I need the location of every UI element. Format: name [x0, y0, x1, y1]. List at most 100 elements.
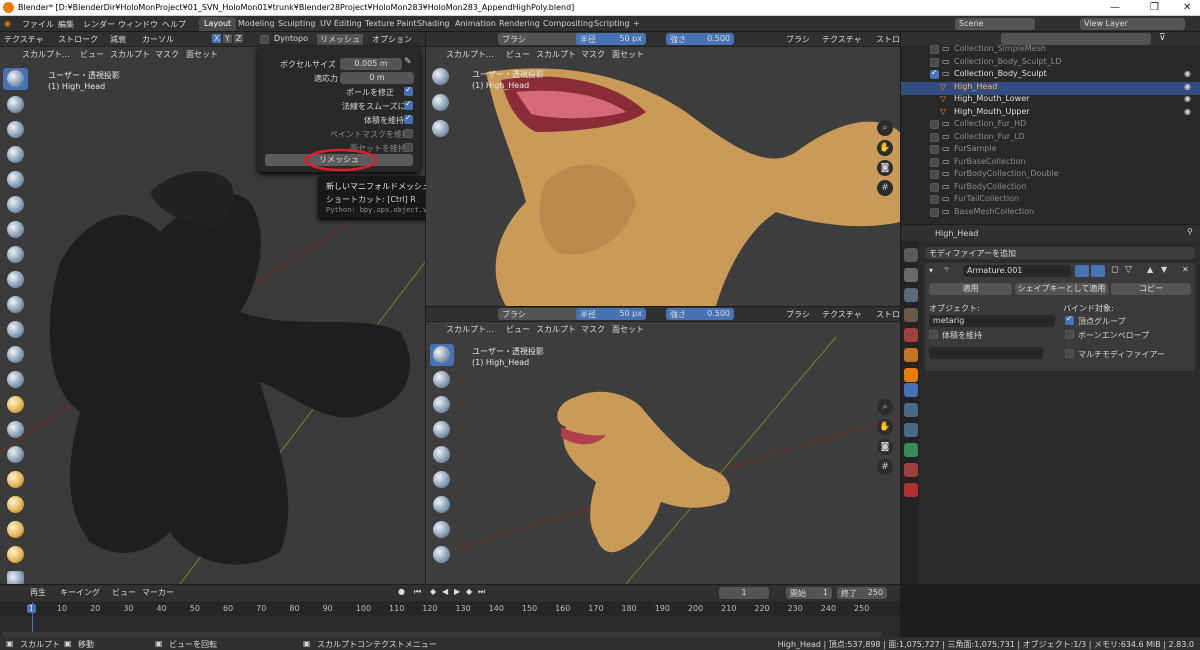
visibility-eye-icon[interactable]: ◉: [1184, 94, 1191, 103]
tr-texture-menu[interactable]: テクスチャ: [822, 34, 862, 45]
visibility-eye-icon[interactable]: ◉: [1184, 69, 1191, 78]
add-modifier-button[interactable]: モディファイアーを追加: [925, 247, 1195, 259]
render-tab-icon[interactable]: [904, 268, 918, 282]
rotate-brush-icon[interactable]: [7, 546, 24, 563]
br-layer-icon[interactable]: [433, 471, 450, 488]
output-tab-icon[interactable]: [904, 288, 918, 302]
draw-sharp-brush-icon[interactable]: [7, 96, 24, 113]
flatten-brush-icon[interactable]: [7, 321, 24, 338]
tr-pan-icon[interactable]: ✋: [877, 140, 893, 156]
move-down-icon[interactable]: ▼: [1161, 265, 1167, 274]
menu-marker[interactable]: マーカー: [142, 587, 174, 598]
br-radius-field[interactable]: 半径 50 px: [576, 308, 646, 320]
br-brush-selector[interactable]: ブラシ: [498, 308, 582, 320]
axis-z-toggle[interactable]: Z: [234, 34, 244, 43]
outliner-checkbox[interactable]: [930, 195, 939, 204]
dyntopo-menu[interactable]: Dyntopo: [274, 34, 308, 43]
smooth-normals-checkbox[interactable]: [404, 99, 413, 110]
visibility-eye-icon[interactable]: ◉: [1184, 107, 1191, 116]
menu-window[interactable]: ウィンドウ: [118, 19, 158, 30]
voxel-size-field[interactable]: 0.005 m: [340, 58, 402, 70]
play-icon[interactable]: ▶: [454, 587, 460, 596]
tr-menu-face-sets[interactable]: 面セット: [612, 49, 644, 60]
tab-sculpting[interactable]: Sculpting: [273, 17, 320, 31]
paint-mask-checkbox[interactable]: [404, 129, 413, 138]
tab-layout[interactable]: Layout: [199, 17, 237, 31]
br-blob-icon[interactable]: [433, 521, 450, 538]
br-menu-mask[interactable]: マスク: [581, 324, 605, 335]
br-clay-strips-icon[interactable]: [433, 421, 450, 438]
clay-brush-icon[interactable]: [7, 121, 24, 138]
smooth-brush-icon[interactable]: [7, 296, 24, 313]
tab-shading[interactable]: Shading: [412, 17, 455, 31]
minimize-button[interactable]: —: [1110, 2, 1120, 13]
crease-brush-icon[interactable]: [7, 271, 24, 288]
tr-brush-selector[interactable]: ブラシ: [498, 33, 582, 45]
pin-icon[interactable]: ⚲: [1187, 227, 1193, 236]
prev-key-icon[interactable]: ◆: [430, 587, 436, 596]
snake-hook-brush-icon[interactable]: [7, 471, 24, 488]
play-reverse-icon[interactable]: ◀: [442, 587, 448, 596]
menu-render[interactable]: レンダー: [83, 19, 115, 30]
material-tab-icon[interactable]: [904, 463, 918, 477]
mode-selector[interactable]: スカルプト...: [22, 49, 70, 60]
outliner-checkbox[interactable]: [930, 120, 939, 129]
current-frame-field[interactable]: 1: [719, 587, 769, 599]
thumb-brush-icon[interactable]: [7, 496, 24, 513]
menu-help[interactable]: ヘルプ: [162, 19, 186, 30]
close-button[interactable]: ✕: [1183, 2, 1191, 13]
filter-icon[interactable]: ⊽: [1159, 33, 1166, 43]
axis-y-toggle[interactable]: Y: [223, 34, 232, 43]
clay-thumb-brush-icon[interactable]: [7, 171, 24, 188]
remesh-menu[interactable]: リメッシュ: [317, 34, 363, 45]
face-sets-checkbox[interactable]: [404, 143, 413, 152]
tr-brush-menu[interactable]: ブラシ: [786, 34, 810, 45]
scene-selector[interactable]: Scene: [955, 18, 1035, 30]
view-layer-tab-icon[interactable]: [904, 308, 918, 322]
menu-view[interactable]: ビュー: [80, 49, 104, 60]
multi-modifier-checkbox[interactable]: [1065, 349, 1074, 358]
tr-menu-view[interactable]: ビュー: [506, 49, 530, 60]
tr-draw-brush-icon[interactable]: [432, 68, 449, 85]
menu-timeline-view[interactable]: ビュー: [112, 587, 136, 598]
tr-grid-icon[interactable]: #: [877, 180, 893, 196]
tr-strength-field[interactable]: 強さ 0.500: [666, 33, 734, 45]
tr-zoom-icon[interactable]: ⌕: [877, 120, 893, 136]
tr-camera-icon[interactable]: ◙: [877, 160, 893, 176]
apply-button[interactable]: 適用: [929, 283, 1012, 295]
grab-brush-icon[interactable]: [7, 421, 24, 438]
modifier-tab-icon[interactable]: [904, 383, 918, 397]
br-menu-face-sets[interactable]: 面セット: [612, 324, 644, 335]
maximize-button[interactable]: ❐: [1150, 2, 1159, 13]
br-draw-brush-icon[interactable]: [433, 346, 450, 363]
object-field[interactable]: metarig: [929, 315, 1055, 327]
copy-button[interactable]: コピー: [1111, 283, 1191, 295]
editmode-toggle-icon[interactable]: ◻: [1111, 265, 1118, 275]
outliner-checkbox[interactable]: [930, 45, 939, 54]
scrape-brush-icon[interactable]: [7, 371, 24, 388]
record-icon[interactable]: ●: [398, 587, 405, 596]
cage-toggle-icon[interactable]: ▽: [1125, 265, 1132, 275]
br-camera-icon[interactable]: ◙: [877, 439, 893, 455]
vertex-group-field[interactable]: [929, 347, 1043, 359]
tr-menu-sculpt[interactable]: スカルプト: [536, 49, 576, 60]
menu-playback[interactable]: 再生: [30, 587, 46, 598]
tool-tab-icon[interactable]: [904, 248, 918, 262]
tr-clay-icon[interactable]: [432, 120, 449, 137]
outliner-checkbox[interactable]: [930, 68, 939, 79]
preserve-volume-checkbox[interactable]: [404, 113, 413, 124]
br-zoom-icon[interactable]: ⌕: [877, 399, 893, 415]
br-menu-sculpt[interactable]: スカルプト: [536, 324, 576, 335]
options-menu[interactable]: オプション: [372, 34, 412, 45]
menu-cursor[interactable]: カーソル: [142, 34, 174, 45]
outliner-checkbox[interactable]: [930, 207, 939, 217]
jump-start-icon[interactable]: ⏮: [414, 587, 421, 597]
timeline-ruler[interactable]: 1102030405060708090100110120130140150160…: [0, 602, 900, 616]
br-draw-sharp-icon[interactable]: [433, 371, 450, 388]
tr-mode-selector[interactable]: スカルプト...: [446, 49, 494, 60]
apply-as-shape-button[interactable]: シェイプキーとして適用: [1015, 283, 1108, 295]
outliner-checkbox[interactable]: [930, 57, 939, 67]
menu-stroke[interactable]: ストローク: [58, 34, 98, 45]
br-menu-view[interactable]: ビュー: [506, 324, 530, 335]
menu-falloff[interactable]: 減衰: [110, 34, 126, 45]
